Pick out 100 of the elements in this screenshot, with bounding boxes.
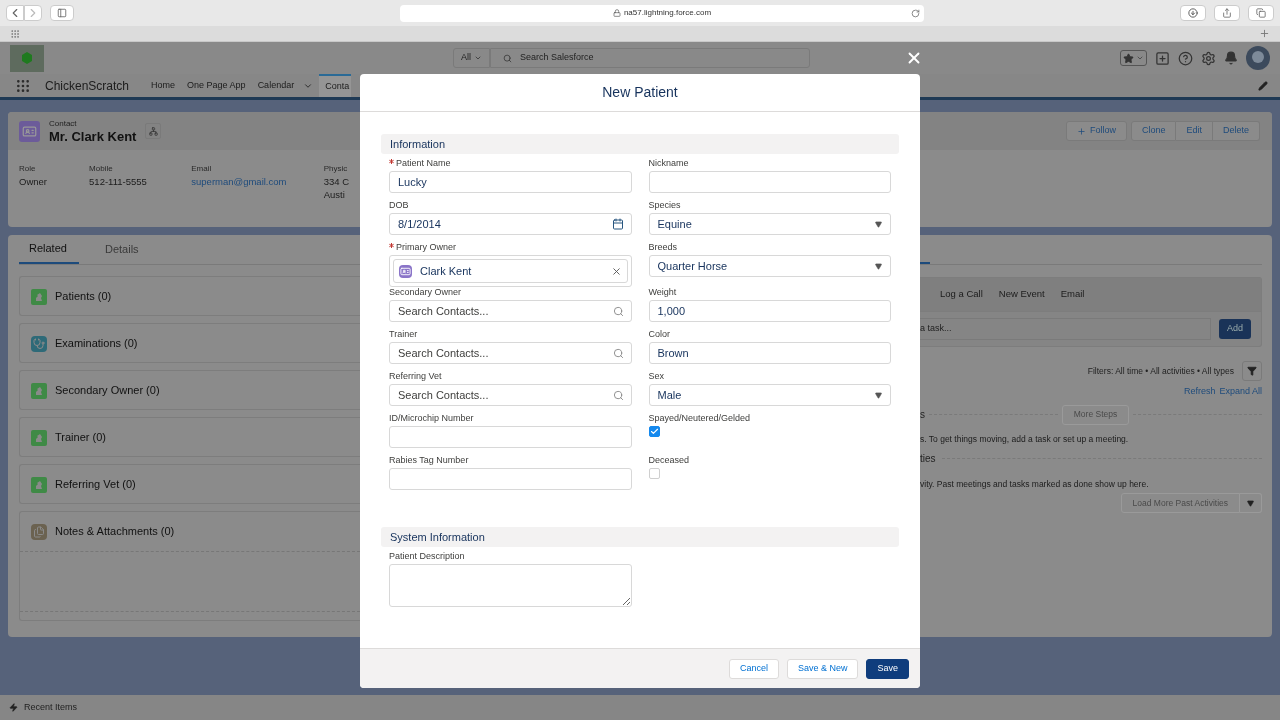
checkbox[interactable]	[648, 426, 660, 437]
address-bar[interactable]: na57.lightning.force.com	[400, 4, 924, 22]
caret-down-icon	[1136, 54, 1144, 62]
activity-link[interactable]: Refresh	[1183, 385, 1216, 399]
text-field[interactable]	[648, 171, 891, 193]
files-icon	[31, 523, 47, 540]
new-tab-icon[interactable]	[1259, 28, 1270, 39]
favorites-button[interactable]	[1120, 50, 1147, 66]
related-list-title[interactable]: Secondary Owner (0)	[55, 382, 160, 399]
record-name: Mr. Clark Kent	[49, 130, 137, 144]
section-header: Information	[381, 134, 899, 154]
field-value: Owner	[19, 175, 48, 188]
contact-icon	[19, 120, 40, 142]
app-launcher-icon[interactable]	[15, 77, 31, 94]
help-icon[interactable]	[1178, 50, 1193, 66]
edit-nav-icon[interactable]	[1258, 80, 1268, 91]
url-text: na57.lightning.force.com	[623, 7, 712, 19]
record-tab[interactable]: Related	[19, 235, 79, 264]
text-field[interactable]: Brown	[648, 342, 891, 364]
textarea-field[interactable]	[389, 564, 632, 607]
text-field[interactable]	[389, 468, 632, 490]
settings-icon[interactable]	[1201, 50, 1216, 66]
lookup-field[interactable]: Search Contacts...	[389, 300, 632, 322]
horse-icon	[31, 382, 47, 399]
secondary-button[interactable]: Save & New	[786, 658, 859, 679]
follow-button[interactable]: Follow	[1065, 121, 1127, 141]
picklist-dropdown[interactable]: Quarter Horse	[648, 255, 891, 277]
more-steps-button[interactable]: More Steps	[1061, 404, 1130, 425]
activity-tab[interactable]: Log a Call	[940, 287, 983, 302]
download-icon[interactable]	[1180, 5, 1206, 21]
avatar-icon[interactable]	[1246, 46, 1270, 70]
field-value: 334 C	[323, 175, 349, 188]
notifications-icon[interactable]	[1224, 51, 1238, 65]
related-list-title[interactable]: Referring Vet (0)	[55, 476, 136, 493]
activity-tab[interactable]: Email	[1060, 287, 1085, 302]
field-label: Patient Name	[396, 158, 451, 169]
add-icon[interactable]	[1155, 50, 1170, 66]
related-list-title[interactable]: Examinations (0)	[55, 335, 138, 352]
filter-button[interactable]	[1242, 361, 1262, 381]
text-field[interactable]	[389, 426, 632, 448]
text-field[interactable]: 1,000	[648, 300, 891, 322]
field-label: Rabies Tag Number	[389, 455, 469, 466]
nav-tab[interactable]: One Page App	[181, 74, 252, 97]
lookup-field[interactable]: Search Contacts...	[389, 384, 632, 406]
field-value: Austi	[323, 188, 346, 201]
recent-items-link[interactable]: Recent Items	[24, 700, 78, 715]
task-subject-field[interactable]: a task...	[920, 318, 1211, 340]
nav-tab[interactable]: Conta	[319, 74, 352, 97]
activity-tab[interactable]: New Event	[998, 287, 1045, 302]
field-label: Referring Vet	[389, 371, 442, 382]
action-button[interactable]: Clone	[1130, 121, 1177, 141]
action-button[interactable]: Edit	[1176, 121, 1213, 141]
reload-icon[interactable]	[911, 8, 920, 18]
lookup-field[interactable]: Search Contacts...	[389, 342, 632, 364]
email-link[interactable]: superman@gmail.com	[191, 175, 324, 188]
field-label: Physic	[323, 163, 349, 175]
checkbox[interactable]	[648, 468, 660, 479]
picklist-dropdown[interactable]: Equine	[648, 213, 891, 235]
empty-state-text: vity. Past meetings and tasks marked as done show up here.	[920, 478, 1150, 491]
section-header: System Information	[381, 527, 899, 547]
load-more-menu-button[interactable]	[1240, 493, 1262, 513]
related-list-title[interactable]: Notes & Attachments (0)	[55, 523, 175, 540]
calendar-icon[interactable]	[611, 218, 624, 230]
field-label: Trainer	[389, 329, 418, 340]
record-tab[interactable]: Details	[95, 235, 149, 264]
global-search-field[interactable]: Search Salesforce	[490, 48, 810, 68]
sidebar-icon[interactable]	[50, 5, 74, 21]
save-button[interactable]: Save	[866, 658, 909, 679]
nav-tab[interactable]: Home	[145, 74, 182, 97]
field-label: Primary Owner	[396, 242, 456, 253]
hierarchy-button[interactable]	[145, 123, 162, 139]
field-value: 512-111-5555	[89, 175, 148, 188]
activity-link[interactable]: Expand All	[1219, 385, 1262, 399]
secondary-button[interactable]: Cancel	[728, 658, 779, 679]
search-icon	[612, 390, 624, 401]
filters-summary: Filters: All time • All activities • All types	[1087, 364, 1234, 378]
back-icon[interactable]	[6, 5, 24, 21]
field-label: Weight	[648, 287, 677, 298]
tabs-icon[interactable]	[1248, 5, 1274, 21]
text-field[interactable]: Lucky	[389, 171, 632, 193]
hexagon-icon	[21, 52, 33, 64]
related-list-title[interactable]: Trainer (0)	[55, 429, 106, 446]
nav-tab[interactable]: Calendar	[251, 74, 320, 97]
date-field[interactable]: 8/1/2014	[389, 213, 632, 235]
horse-icon	[31, 476, 47, 493]
apps-grid-icon[interactable]	[10, 28, 20, 39]
search-scope-dropdown[interactable]: All	[453, 48, 490, 68]
contact-name: Clark Kent	[420, 263, 473, 279]
picklist-dropdown[interactable]: Male	[648, 384, 891, 406]
action-button[interactable]: Delete	[1213, 121, 1260, 141]
field-label: Patient Description	[389, 551, 465, 562]
search-icon	[503, 53, 512, 63]
star-icon	[1123, 52, 1134, 64]
add-button[interactable]: Add	[1219, 319, 1251, 339]
load-more-button[interactable]: Load More Past Activities	[1120, 493, 1240, 513]
horse-icon	[31, 288, 47, 305]
remove-icon[interactable]	[610, 265, 622, 277]
share-icon[interactable]	[1214, 5, 1240, 21]
related-list-title[interactable]: Patients (0)	[55, 288, 112, 305]
field-label: Email	[191, 163, 213, 175]
